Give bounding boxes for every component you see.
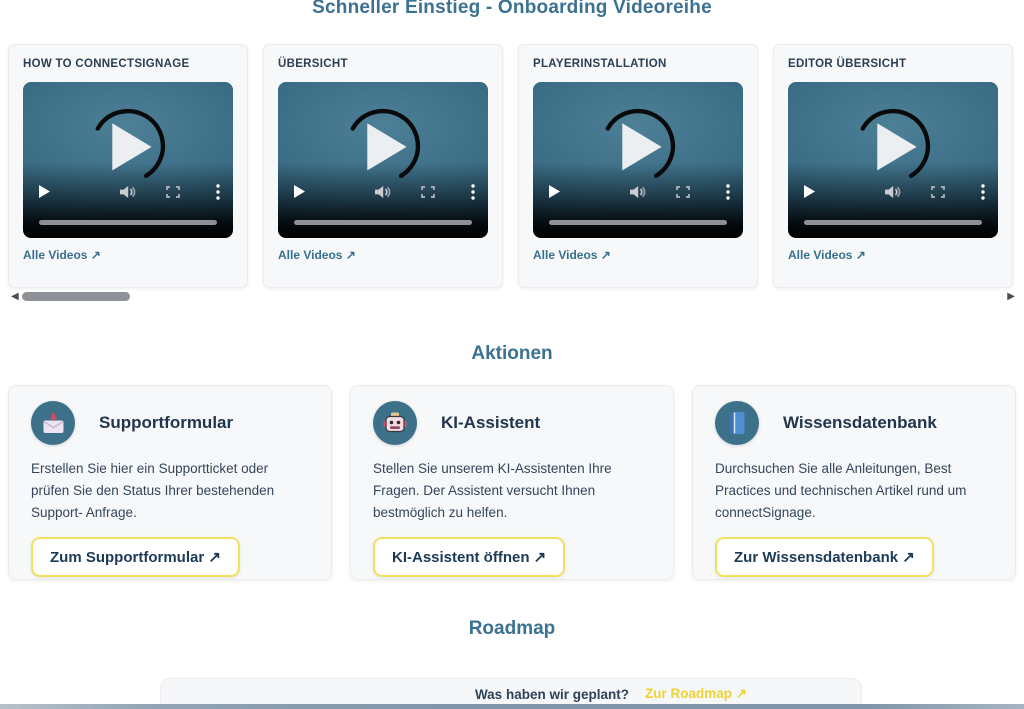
action-card-ki-assistent: KI-Assistent Stellen Sie unserem KI-Assi… [350,385,674,580]
roadmap-link[interactable]: Zur Roadmap ↗ [645,686,747,702]
volume-button[interactable] [120,185,137,199]
action-card-title: KI-Assistent [441,413,540,433]
section-title-aktionen: Aktionen [0,343,1024,365]
action-card-description: Durchsuchen Sie alle Anleitungen, Best P… [715,458,993,524]
big-play-spinner-icon[interactable] [335,98,431,194]
video-card-title: PLAYERINSTALLATION [533,58,743,70]
play-button[interactable] [39,185,50,198]
video-controls [788,182,998,202]
video-card-title: EDITOR ÜBERSICHT [788,58,998,70]
big-play-spinner-icon[interactable] [845,98,941,194]
video-controls [278,182,488,202]
action-card-description: Erstellen Sie hier ein Supportticket ode… [31,458,309,524]
video-card: EDITOR ÜBERSICHT Alle Videos ↗ [773,44,1013,288]
fullscreen-button[interactable] [166,186,180,198]
action-card-title: Wissensdatenbank [783,413,937,433]
book-icon [715,401,759,445]
all-videos-link[interactable]: Alle Videos ↗ [278,248,356,262]
video-card-title: HOW TO CONNECTSIGNAGE [23,58,233,70]
video-progress-bar[interactable] [549,220,727,225]
action-cards-row: Supportformular Erstellen Sie hier ein S… [8,385,1016,580]
fullscreen-button[interactable] [931,186,945,198]
all-videos-link[interactable]: Alle Videos ↗ [533,248,611,262]
video-menu-button[interactable] [726,184,730,200]
section-title-roadmap: Roadmap [0,618,1024,640]
bottom-divider [0,704,1024,709]
video-progress-bar[interactable] [804,220,982,225]
video-progress-bar[interactable] [39,220,217,225]
action-card-wissensdatenbank: Wissensdatenbank Durchsuchen Sie alle An… [692,385,1016,580]
video-progress-bar[interactable] [294,220,472,225]
video-cards-row: HOW TO CONNECTSIGNAGE Alle Videos ↗ ÜBER… [8,44,1016,288]
video-controls [533,182,743,202]
all-videos-link[interactable]: Alle Videos ↗ [23,248,101,262]
action-card-title: Supportformular [99,413,233,433]
action-card-header: Supportformular [31,401,309,445]
video-menu-button[interactable] [471,184,475,200]
video-card-title: ÜBERSICHT [278,58,488,70]
video-menu-button[interactable] [216,184,220,200]
volume-button[interactable] [630,185,647,199]
video-player[interactable] [533,82,743,238]
ki-assistent-button[interactable]: KI-Assistent öffnen ↗ [373,537,565,577]
fullscreen-button[interactable] [421,186,435,198]
fullscreen-button[interactable] [676,186,690,198]
play-button[interactable] [294,185,305,198]
robot-icon [373,401,417,445]
wissensdatenbank-button[interactable]: Zur Wissensdatenbank ↗ [715,537,934,577]
volume-button[interactable] [885,185,902,199]
video-player[interactable] [23,82,233,238]
page-title: Schneller Einstieg - Onboarding Videorei… [0,0,1024,19]
all-videos-link[interactable]: Alle Videos ↗ [788,248,866,262]
play-button[interactable] [549,185,560,198]
play-button[interactable] [804,185,815,198]
supportformular-button[interactable]: Zum Supportformular ↗ [31,537,240,577]
video-player[interactable] [278,82,488,238]
action-card-supportformular: Supportformular Erstellen Sie hier ein S… [8,385,332,580]
carousel-scrollbar: ◀ ▶ [0,290,1024,305]
video-controls [23,182,233,202]
action-card-description: Stellen Sie unserem KI-Assistenten Ihre … [373,458,651,524]
action-card-header: Wissensdatenbank [715,401,993,445]
big-play-spinner-icon[interactable] [590,98,686,194]
big-play-spinner-icon[interactable] [80,98,176,194]
video-card: HOW TO CONNECTSIGNAGE Alle Videos ↗ [8,44,248,288]
volume-button[interactable] [375,185,392,199]
action-card-header: KI-Assistent [373,401,651,445]
scroll-left-arrow-icon[interactable]: ◀ [11,291,19,303]
video-player[interactable] [788,82,998,238]
video-card: ÜBERSICHT Alle Videos ↗ [263,44,503,288]
support-onboarding-page: Schneller Einstieg - Onboarding Videorei… [0,0,1024,709]
scroll-right-arrow-icon[interactable]: ▶ [1007,291,1015,303]
video-card: PLAYERINSTALLATION Alle Videos ↗ [518,44,758,288]
envelope-incoming-icon [31,401,75,445]
roadmap-question: Was haben wir geplant? [475,687,629,702]
video-menu-button[interactable] [981,184,985,200]
scrollbar-thumb[interactable] [22,292,130,301]
